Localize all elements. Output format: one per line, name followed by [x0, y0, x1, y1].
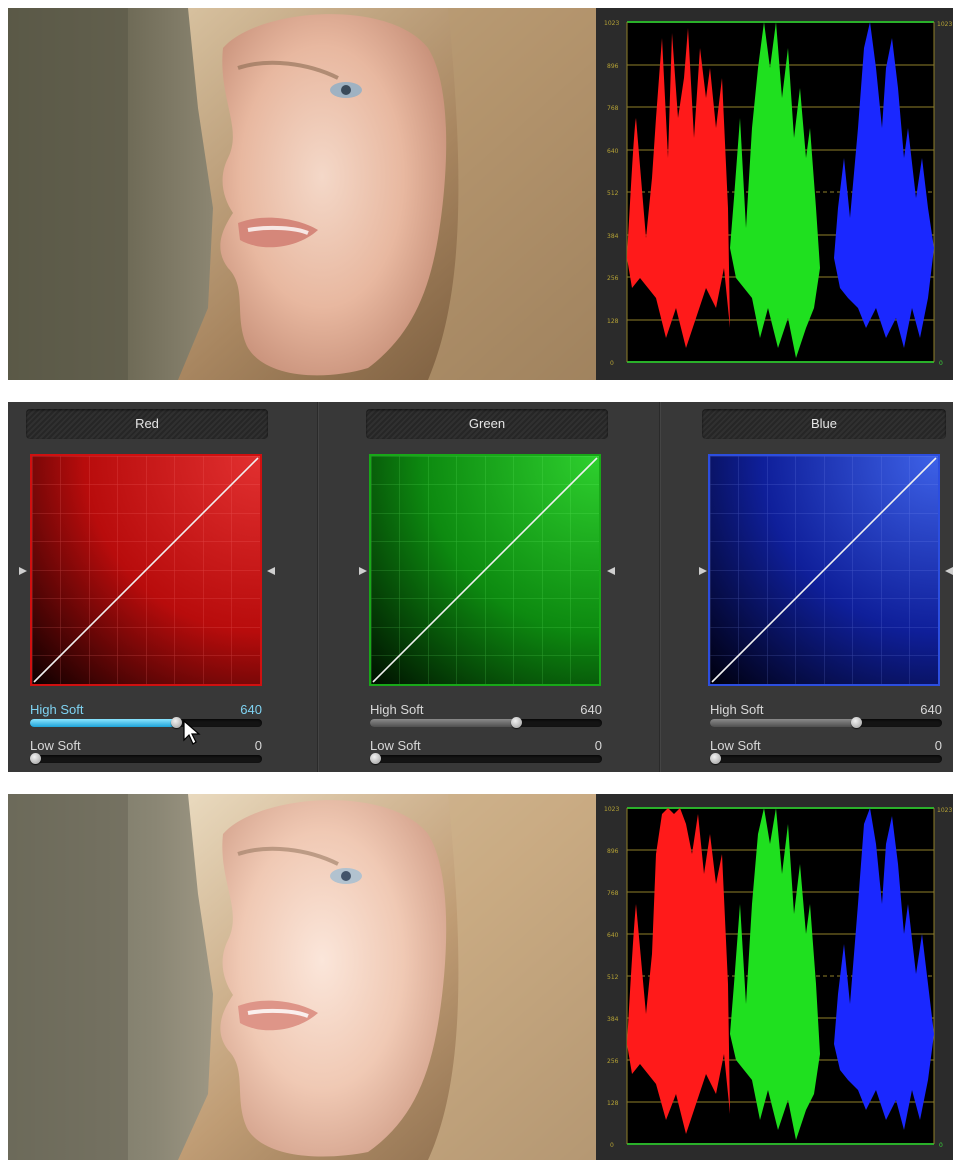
- slider-knob[interactable]: [511, 717, 522, 728]
- scale-label-1023: 1023: [604, 20, 619, 27]
- preview-after: 1023 896 768 640 512 384 256 128 0 1023 …: [8, 794, 953, 1160]
- channel-header-red: Red: [26, 409, 268, 439]
- high-range-arrow-icon[interactable]: [606, 566, 616, 576]
- low-range-arrow-icon[interactable]: [18, 566, 28, 576]
- slider-value: 0: [934, 738, 942, 753]
- scale-label-640: 640: [607, 932, 619, 939]
- scale-label-512: 512: [607, 190, 619, 197]
- channel-green: Green High Soft 640 Low Soft 0: [348, 402, 687, 772]
- soft-clip-panel: Red High Soft 640 Low Soft 0 Green High …: [8, 402, 953, 772]
- slider-label: Low Soft: [30, 738, 81, 753]
- scope-right-bottom-label: 0: [939, 1142, 943, 1149]
- slider-value: 640: [580, 702, 602, 717]
- scale-label-0: 0: [610, 360, 614, 367]
- scale-label-896: 896: [607, 848, 619, 855]
- slider-value: 640: [240, 702, 262, 717]
- scale-label-128: 128: [607, 318, 619, 325]
- curve-graph-blue[interactable]: [708, 454, 940, 686]
- slider-fill: [710, 719, 856, 727]
- slider-label: Low Soft: [710, 738, 761, 753]
- scale-label-256: 256: [607, 275, 619, 282]
- low-range-arrow-icon[interactable]: [358, 566, 368, 576]
- scale-label-640: 640: [607, 148, 619, 155]
- scope-left-scale: 1023 896 768 640 512 384 256 128 0: [604, 20, 619, 367]
- slider-knob[interactable]: [370, 753, 381, 764]
- channel-header-green: Green: [366, 409, 608, 439]
- rgb-parade-waveform-after: 1023 896 768 640 512 384 256 128 0 1023 …: [596, 794, 953, 1160]
- curve-graph-red[interactable]: [30, 454, 262, 686]
- scale-label-512: 512: [607, 974, 619, 981]
- scale-label-896: 896: [607, 63, 619, 70]
- scope-right-bottom-label: 0: [939, 360, 943, 367]
- slider-label: Low Soft: [370, 738, 421, 753]
- slider-label: High Soft: [710, 702, 764, 717]
- channel-blue: Blue High Soft 640 Low Soft 0: [688, 402, 953, 772]
- mouse-cursor-icon: [182, 720, 202, 746]
- channel-header-blue: Blue: [702, 409, 946, 439]
- scale-label-256: 256: [607, 1058, 619, 1065]
- slider-track[interactable]: [30, 717, 262, 728]
- slider-track[interactable]: [30, 753, 262, 764]
- scale-label-0: 0: [610, 1142, 614, 1149]
- scale-label-768: 768: [607, 890, 619, 897]
- high-range-arrow-icon[interactable]: [266, 566, 276, 576]
- slider-label: High Soft: [30, 702, 84, 717]
- slider-fill: [370, 719, 516, 727]
- slider-track[interactable]: [710, 753, 942, 764]
- slider-fill: [30, 719, 176, 727]
- preview-before: 1023 896 768 640 512 384 256 128 0 1023 …: [8, 8, 953, 380]
- portrait-image: [8, 8, 596, 380]
- slider-knob[interactable]: [710, 753, 721, 764]
- scale-label-128: 128: [607, 1100, 619, 1107]
- video-frame-after: [8, 794, 596, 1160]
- slider-track[interactable]: [370, 717, 602, 728]
- channel-red: Red High Soft 640 Low Soft 0: [8, 402, 347, 772]
- scope-right-top-label: 1023: [937, 21, 952, 28]
- rgb-parade-waveform-before: 1023 896 768 640 512 384 256 128 0 1023 …: [596, 8, 953, 380]
- scale-label-384: 384: [607, 233, 619, 240]
- scale-label-1023: 1023: [604, 806, 619, 813]
- video-frame-before: [8, 8, 596, 380]
- slider-value: 0: [254, 738, 262, 753]
- scope-left-scale: 1023 896 768 640 512 384 256 128 0: [604, 806, 619, 1149]
- slider-track[interactable]: [370, 753, 602, 764]
- portrait-image: [8, 794, 596, 1160]
- slider-value: 640: [920, 702, 942, 717]
- slider-knob[interactable]: [30, 753, 41, 764]
- slider-knob[interactable]: [851, 717, 862, 728]
- low-range-arrow-icon[interactable]: [698, 566, 708, 576]
- slider-knob[interactable]: [171, 717, 182, 728]
- slider-value: 0: [594, 738, 602, 753]
- high-range-arrow-icon[interactable]: [944, 566, 953, 576]
- scale-label-768: 768: [607, 105, 619, 112]
- slider-track[interactable]: [710, 717, 942, 728]
- scale-label-384: 384: [607, 1016, 619, 1023]
- scope-right-top-label: 1023: [937, 807, 952, 814]
- slider-label: High Soft: [370, 702, 424, 717]
- curve-graph-green[interactable]: [369, 454, 601, 686]
